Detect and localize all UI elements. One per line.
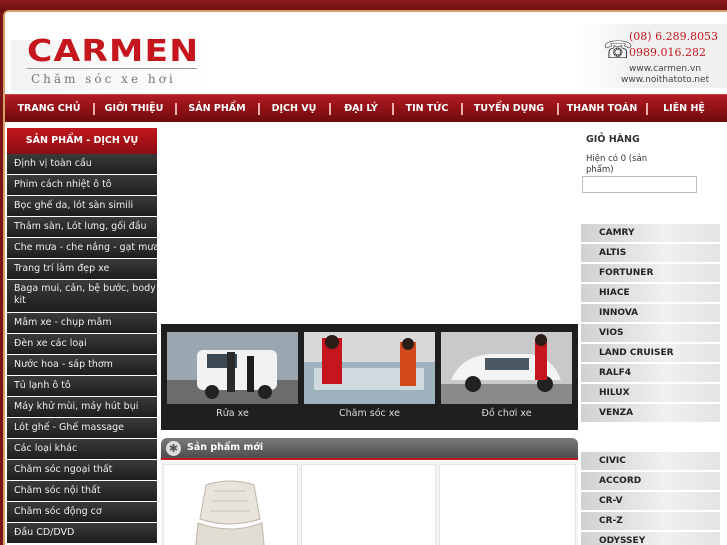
- sidebar-item[interactable]: Đèn xe các loại: [7, 334, 157, 355]
- website-2[interactable]: www.noithatoto.net: [621, 75, 709, 85]
- sidebar-item[interactable]: Thảm sàn, Lót lưng, gối đầu: [7, 217, 157, 238]
- nav-separator: [329, 103, 331, 115]
- nav-separator: [93, 103, 95, 115]
- product-card[interactable]: [301, 464, 436, 545]
- sidebar-item[interactable]: Baga mui, cản, bệ bước, body kit: [7, 280, 157, 313]
- model-item[interactable]: INNOVA: [581, 304, 720, 322]
- toyota-model-list: CAMRY ALTIS FORTUNER HIACE INNOVA VIOS L…: [581, 224, 720, 424]
- sidebar-item[interactable]: Chăm sóc động cơ: [7, 502, 157, 523]
- nav-separator: [392, 103, 394, 115]
- model-item[interactable]: CR-V: [581, 492, 720, 510]
- gallery-caption[interactable]: Chăm sóc xe: [304, 408, 435, 419]
- nav-separator: [175, 103, 177, 115]
- page-frame: CARMEN Chăm sóc xe hơi ☏ (08) 6.289.8053…: [3, 10, 727, 545]
- shopping-cart-box: GIỎ HÀNG Hiện có 0 (sản phẩm): [581, 128, 725, 208]
- logo-divider: [27, 68, 197, 69]
- main-nav: TRANG CHỦ GIỚI THIỆU SẢN PHẨM DỊCH VỤ ĐẠ…: [5, 94, 727, 122]
- sidebar-item[interactable]: Định vị toàn cầu: [7, 154, 157, 175]
- nav-item-careers[interactable]: TUYỂN DỤNG: [465, 95, 553, 123]
- sidebar-item[interactable]: Phim cách nhiệt ô tô: [7, 175, 157, 196]
- star-icon: ✱: [166, 441, 181, 456]
- model-item[interactable]: CAMRY: [581, 224, 720, 242]
- nav-separator: [461, 103, 463, 115]
- sidebar-item[interactable]: Nước hoa - sáp thơm: [7, 355, 157, 376]
- sidebar-item[interactable]: Các loại khác: [7, 439, 157, 460]
- phone-number-2: 0989.016.282: [629, 46, 706, 59]
- cart-status: Hiện có 0 (sản phẩm): [586, 154, 648, 175]
- model-item[interactable]: ALTIS: [581, 244, 720, 262]
- gallery-photo-car-wash[interactable]: [167, 332, 298, 404]
- service-gallery: Rửa xe Chăm sóc xe Đồ chơi xe: [161, 324, 578, 430]
- phone-number-1: (08) 6.289.8053: [629, 30, 719, 43]
- site-header: CARMEN Chăm sóc xe hơi ☏ (08) 6.289.8053…: [5, 12, 727, 94]
- sidebar-item[interactable]: Che mưa - che nắng - gạt mưa: [7, 238, 157, 259]
- sidebar-item[interactable]: Trang trí làm đẹp xe: [7, 259, 157, 280]
- new-products-header: ✱ Sản phẩm mới: [161, 438, 578, 460]
- model-item[interactable]: HILUX: [581, 384, 720, 402]
- nav-item-dealers[interactable]: ĐẠI LÝ: [333, 95, 389, 123]
- nav-item-about[interactable]: GIỚI THIỆU: [97, 95, 171, 123]
- sidebar-item[interactable]: Chăm sóc ngoại thất: [7, 460, 157, 481]
- banner-area: [161, 128, 578, 324]
- product-sidebar: SẢN PHẨM - DỊCH VỤ Định vị toàn cầu Phim…: [7, 128, 157, 545]
- model-item[interactable]: ACCORD: [581, 472, 720, 490]
- nav-separator: [557, 103, 559, 115]
- nav-item-products[interactable]: SẢN PHẨM: [179, 95, 255, 123]
- contact-box: ☏ (08) 6.289.8053 0989.016.282 www.carme…: [577, 24, 727, 88]
- product-grid: [161, 462, 578, 545]
- model-item[interactable]: FORTUNER: [581, 264, 720, 282]
- nav-item-services[interactable]: DỊCH VỤ: [262, 95, 326, 123]
- gallery-caption[interactable]: Rửa xe: [167, 408, 298, 419]
- new-products-title: Sản phẩm mới: [187, 442, 264, 453]
- model-item[interactable]: HIACE: [581, 284, 720, 302]
- gallery-photo-accessories[interactable]: [441, 332, 572, 404]
- model-item[interactable]: ODYSSEY: [581, 532, 720, 545]
- cart-field[interactable]: [582, 176, 697, 193]
- sidebar-item[interactable]: Máy khử mùi, máy hút bụi: [7, 397, 157, 418]
- model-item[interactable]: VIOS: [581, 324, 720, 342]
- nav-item-payment[interactable]: THANH TOÁN: [561, 95, 643, 123]
- sidebar-title: SẢN PHẨM - DỊCH VỤ: [7, 128, 157, 154]
- model-item[interactable]: VENZA: [581, 404, 720, 422]
- nav-separator: [258, 103, 260, 115]
- website-1[interactable]: www.carmen.vn: [629, 64, 701, 74]
- honda-model-list: CIVIC ACCORD CR-V CR-Z ODYSSEY: [581, 452, 720, 545]
- gallery-caption[interactable]: Đồ chơi xe: [441, 408, 572, 419]
- logo-tagline: Chăm sóc xe hơi: [31, 72, 176, 86]
- product-card[interactable]: [163, 464, 298, 545]
- sidebar-item[interactable]: Bọc ghế da, lót sàn simili: [7, 196, 157, 217]
- sidebar-item[interactable]: Đầu CD/DVD: [7, 523, 157, 544]
- gallery-photo-car-care[interactable]: [304, 332, 435, 404]
- sidebar-item[interactable]: Tủ lạnh ô tô: [7, 376, 157, 397]
- model-item[interactable]: RALF4: [581, 364, 720, 382]
- nav-item-home[interactable]: TRANG CHỦ: [9, 95, 89, 123]
- sidebar-item[interactable]: Lót ghế - Ghế massage: [7, 418, 157, 439]
- cart-title: GIỎ HÀNG: [586, 134, 640, 145]
- nav-separator: [646, 103, 648, 115]
- model-item[interactable]: CIVIC: [581, 452, 720, 470]
- nav-item-news[interactable]: TIN TỨC: [396, 95, 458, 123]
- model-item[interactable]: CR-Z: [581, 512, 720, 530]
- sidebar-item[interactable]: Mâm xe - chụp mâm: [7, 313, 157, 334]
- model-item[interactable]: LAND CRUISER: [581, 344, 720, 362]
- nav-item-contact[interactable]: LIÊN HỆ: [650, 95, 718, 123]
- site-logo[interactable]: CARMEN Chăm sóc xe hơi: [11, 34, 215, 92]
- logo-wordmark: CARMEN: [27, 34, 200, 69]
- sidebar-item[interactable]: Chăm sóc nội thất: [7, 481, 157, 502]
- product-card[interactable]: [439, 464, 576, 545]
